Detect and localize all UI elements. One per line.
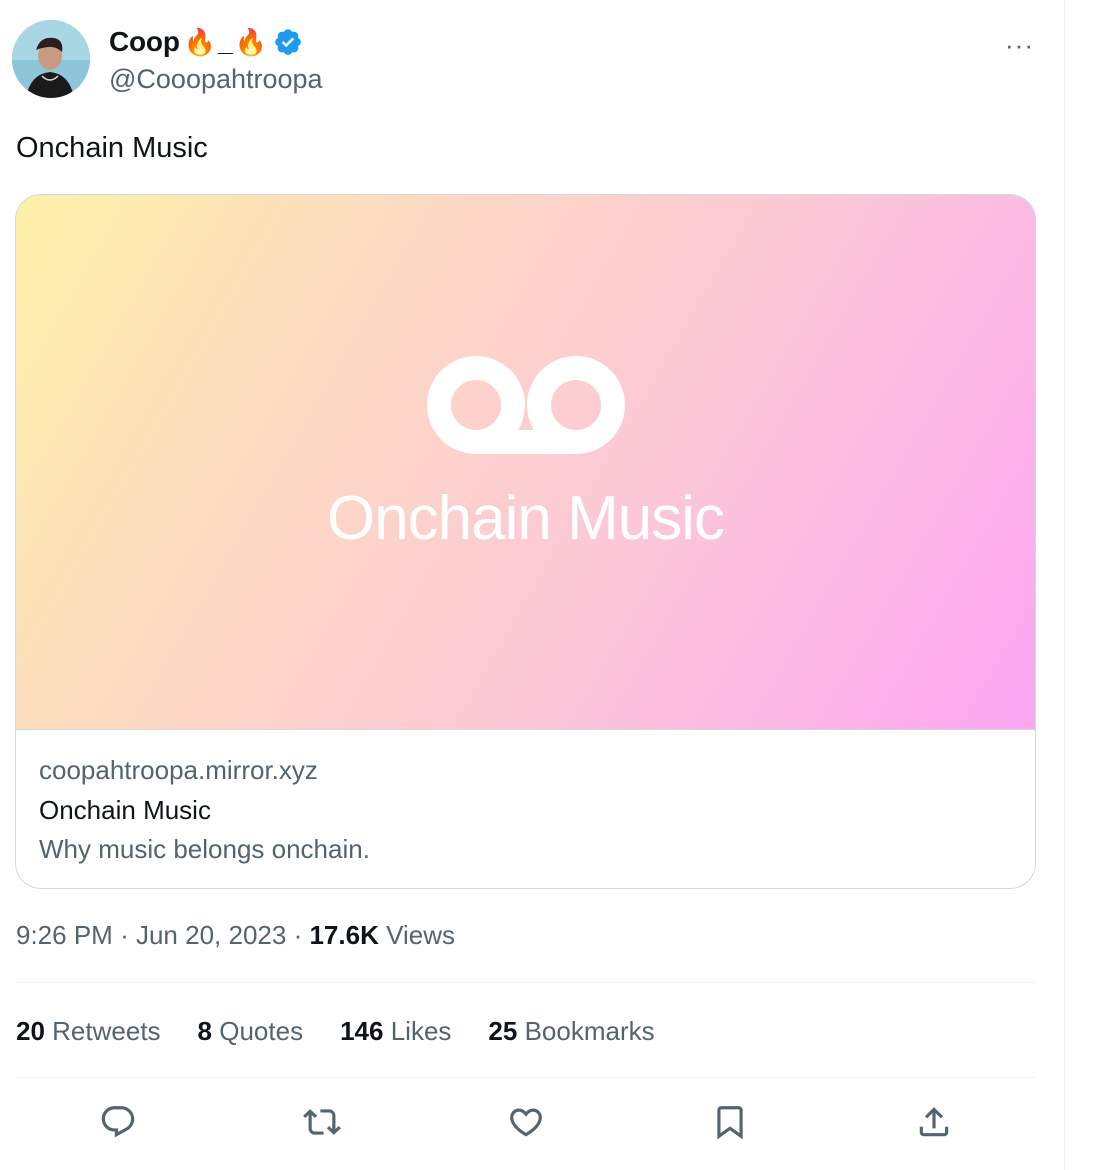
meta-separator: ·: [293, 920, 303, 950]
tweet-text: Onchain Music: [16, 132, 208, 164]
meta-separator: ·: [120, 920, 129, 950]
more-icon[interactable]: ···: [1005, 30, 1034, 61]
name-separator: _: [218, 26, 233, 57]
likes-count: 146: [340, 1016, 384, 1046]
tweet-header: Coop 🔥 _ 🔥 @Cooopahtroopa ···: [12, 20, 1052, 102]
bookmark-button[interactable]: [708, 1100, 752, 1144]
card-image-wordmark: Onchain Music: [326, 484, 725, 553]
divider: [16, 982, 1035, 983]
quotes-count: 8: [197, 1016, 213, 1046]
card-image[interactable]: Onchain Music: [16, 195, 1035, 729]
name-row[interactable]: Coop 🔥 _ 🔥: [109, 26, 303, 58]
bookmarks-count: 25: [488, 1016, 518, 1046]
retweets-count: 20: [16, 1016, 45, 1046]
quotes-stat[interactable]: 8 Quotes: [198, 1016, 304, 1047]
divider: [16, 1077, 1035, 1078]
tweet-date[interactable]: Jun 20, 2023: [136, 920, 286, 950]
views-count: 17.6K: [309, 920, 379, 950]
likes-stat[interactable]: 146 Likes: [340, 1016, 451, 1047]
display-name[interactable]: Coop: [109, 26, 180, 58]
views-label: Views: [386, 920, 455, 950]
share-button[interactable]: [912, 1100, 956, 1144]
quotes-label: Quotes: [219, 1016, 304, 1046]
card-domain: coopahtroopa.mirror.xyz: [39, 755, 318, 785]
reply-button[interactable]: [96, 1100, 140, 1144]
tweet-meta: 9:26 PM · Jun 20, 2023 · 17.6K Views: [16, 920, 455, 951]
like-button[interactable]: [504, 1100, 548, 1144]
bookmark-icon: [717, 1106, 743, 1140]
engagement-stats: 20 Retweets 8 Quotes 146 Likes 25 Bookma…: [16, 1016, 655, 1047]
link-card[interactable]: Onchain Music coopahtroopa.mirror.xyz On…: [15, 194, 1036, 889]
retweet-icon: [303, 1109, 341, 1135]
bookmarks-label: Bookmarks: [524, 1016, 655, 1046]
like-icon: [510, 1108, 542, 1137]
reply-icon: [101, 1106, 135, 1138]
verified-badge-icon[interactable]: [273, 27, 303, 57]
retweets-stat[interactable]: 20 Retweets: [16, 1016, 161, 1047]
share-icon: [919, 1107, 949, 1137]
voicemail-logo-icon: [427, 356, 625, 454]
column-border: [1064, 0, 1065, 1170]
retweets-label: Retweets: [52, 1016, 161, 1046]
tweet-time[interactable]: 9:26 PM: [16, 920, 113, 950]
retweet-button[interactable]: [300, 1100, 344, 1144]
action-bar: [16, 1100, 1035, 1144]
card-divider: [16, 729, 1035, 730]
fire-emoji: 🔥: [183, 27, 217, 57]
card-description: Why music belongs onchain.: [39, 834, 370, 864]
card-title: Onchain Music: [39, 795, 211, 825]
fire-emoji: 🔥: [234, 27, 267, 57]
bookmarks-stat[interactable]: 25 Bookmarks: [488, 1016, 654, 1047]
handle[interactable]: @Cooopahtroopa: [109, 64, 323, 95]
avatar[interactable]: [12, 20, 90, 98]
likes-label: Likes: [390, 1016, 452, 1046]
